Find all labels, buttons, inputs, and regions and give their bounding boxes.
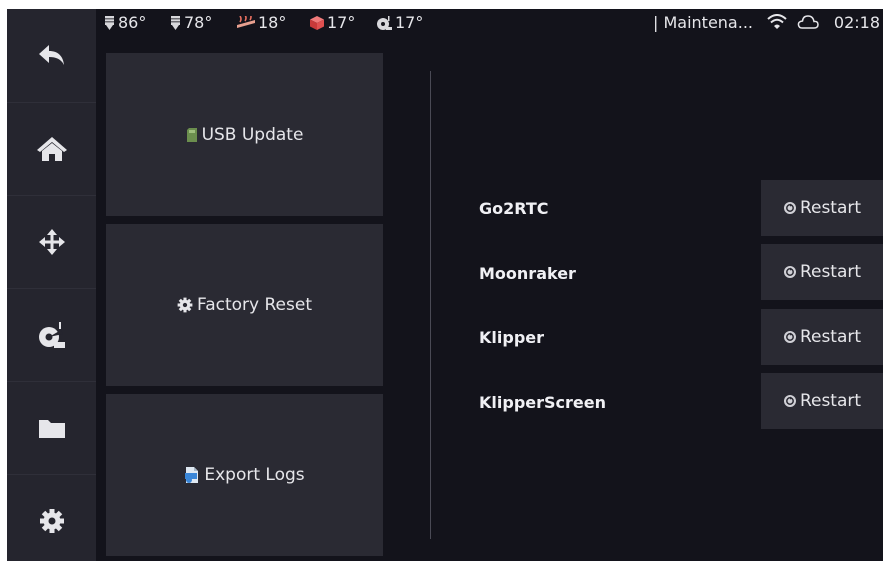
screen: 86° 78° 18° 17° 17° | Maintena... 02:18 …	[7, 9, 883, 561]
sidebar-back-button[interactable]	[7, 9, 96, 101]
wifi-icon	[767, 14, 787, 29]
sidebar-move-button[interactable]	[7, 195, 96, 288]
service-name-go2rtc: Go2RTC	[479, 199, 549, 218]
restart-go2rtc-button[interactable]: Restart	[761, 180, 883, 236]
extruder1-temp-value: 78°	[184, 13, 213, 32]
mcu-icon	[377, 15, 392, 30]
restart-klipperscreen-label: Restart	[799, 391, 862, 411]
mcu-temp-value: 17°	[395, 13, 424, 32]
folder-icon	[38, 420, 65, 438]
extruder-temp[interactable]: 86°	[103, 13, 146, 32]
top-bar: 86° 78° 18° 17° 17° | Maintena... 02:18	[96, 9, 883, 39]
restart-klipper-label: Restart	[799, 327, 862, 347]
sidebar-extrude-button[interactable]	[7, 288, 96, 381]
clock: 02:18	[833, 13, 880, 32]
status-icons	[767, 14, 819, 30]
gear-icon	[39, 509, 64, 533]
usb-update-label: USB Update	[201, 124, 304, 145]
export-logs-label: Export Logs	[204, 465, 305, 485]
move-icon	[38, 229, 65, 255]
restart-moonraker-button[interactable]: Restart	[761, 244, 883, 300]
restart-icon	[783, 266, 796, 278]
page-title: | Maintena...	[653, 13, 753, 32]
chamber-temp-value: 17°	[327, 13, 356, 32]
extruder-icon	[105, 15, 114, 30]
extrude-icon	[38, 322, 65, 348]
sidebar-settings-button[interactable]	[7, 474, 96, 561]
sidebar	[7, 9, 96, 561]
restart-klipperscreen-button[interactable]: Restart	[761, 373, 883, 429]
chamber-temp[interactable]: 17°	[309, 13, 355, 32]
restart-icon	[783, 331, 796, 343]
factory-reset-button[interactable]: Factory Reset	[106, 224, 383, 386]
service-name-moonraker: Moonraker	[479, 264, 576, 283]
heater-bed-temp-value: 18°	[258, 13, 287, 32]
back-arrow-icon	[38, 45, 64, 65]
restart-go2rtc-label: Restart	[799, 198, 862, 218]
cloud-icon	[797, 15, 819, 29]
restart-moonraker-label: Restart	[799, 262, 862, 282]
log-file-icon	[185, 467, 199, 483]
gear-icon	[177, 297, 193, 313]
usb-update-button[interactable]: USB Update	[106, 53, 383, 216]
chamber-icon	[310, 15, 324, 30]
service-name-klipper: Klipper	[479, 328, 545, 347]
heater-bed-temp[interactable]: 18°	[236, 13, 286, 32]
extruder-icon	[171, 15, 180, 30]
sd-card-icon	[186, 127, 197, 142]
factory-reset-label: Factory Reset	[197, 295, 312, 315]
restart-icon	[783, 395, 796, 407]
heater-bed-icon	[237, 15, 255, 28]
mcu-temp[interactable]: 17°	[376, 13, 423, 32]
extruder-temp-value: 86°	[118, 13, 147, 32]
home-icon	[36, 137, 67, 161]
extruder1-temp[interactable]: 78°	[169, 13, 212, 32]
service-name-klipperscreen: KlipperScreen	[479, 393, 607, 412]
sidebar-files-button[interactable]	[7, 381, 96, 474]
divider	[430, 71, 431, 539]
sidebar-home-button[interactable]	[7, 102, 96, 195]
restart-icon	[783, 202, 796, 214]
export-logs-button[interactable]: Export Logs	[106, 394, 383, 556]
restart-klipper-button[interactable]: Restart	[761, 309, 883, 365]
